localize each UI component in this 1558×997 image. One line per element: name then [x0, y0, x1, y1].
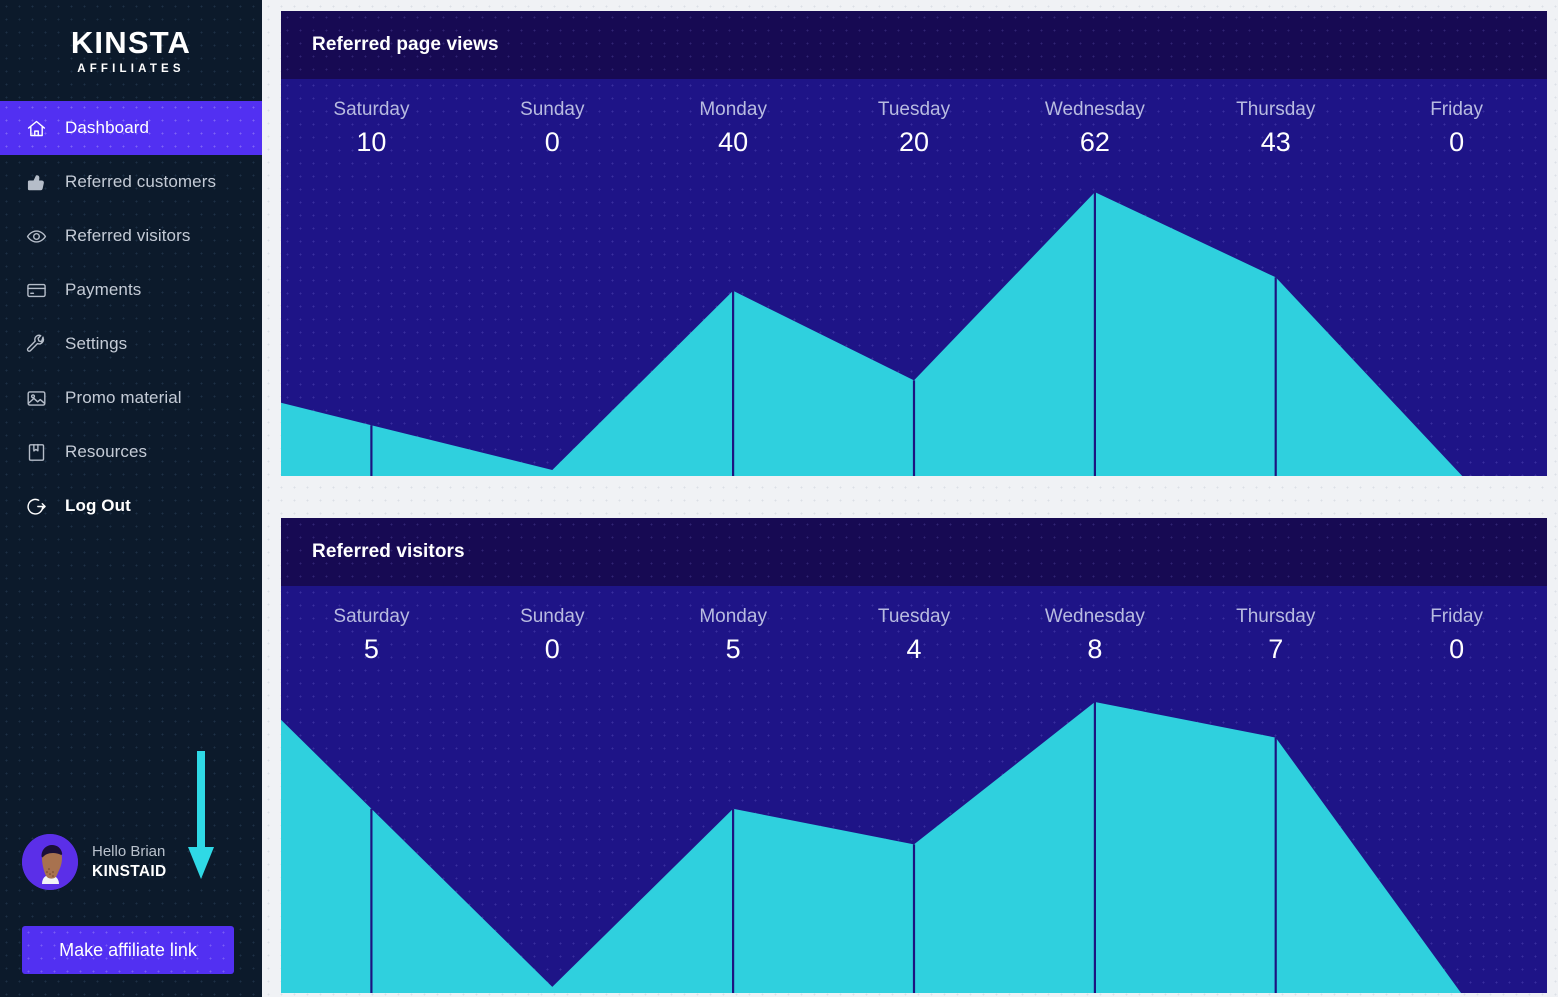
sidebar-item-promo-material[interactable]: Promo material	[0, 371, 262, 425]
page-title: Referred page views	[312, 34, 499, 56]
brand-logo[interactable]: KINSTA AFFILIATES	[0, 0, 262, 96]
brand-name: KINSTA	[71, 27, 191, 58]
page-title: Referred visitors	[312, 541, 465, 563]
panel-referred-page-views: Referred page views Saturday 10 Sunday 0…	[281, 11, 1547, 476]
credit-card-icon	[25, 279, 48, 302]
home-icon	[25, 117, 48, 140]
user-profile[interactable]: Hello Brian KINSTAID	[22, 834, 166, 890]
area-chart-visitors	[281, 586, 1547, 993]
sidebar-item-resources[interactable]: Resources	[0, 425, 262, 479]
sidebar-nav: Dashboard Referred customers Referred vi…	[0, 101, 262, 533]
sidebar-item-label: Resources	[65, 442, 147, 462]
user-affiliate-id: KINSTAID	[92, 862, 166, 881]
thumbs-up-icon	[25, 171, 48, 194]
sidebar-item-referred-visitors[interactable]: Referred visitors	[0, 209, 262, 263]
area-chart-page-views	[281, 79, 1547, 476]
sidebar-item-settings[interactable]: Settings	[0, 317, 262, 371]
sidebar-item-log-out[interactable]: Log Out	[0, 479, 262, 533]
sidebar-item-label: Referred customers	[65, 172, 216, 192]
down-arrow-annotation	[186, 751, 216, 881]
sidebar-item-referred-customers[interactable]: Referred customers	[0, 155, 262, 209]
sidebar-item-payments[interactable]: Payments	[0, 263, 262, 317]
image-icon	[25, 387, 48, 410]
chart-area: Saturday 5 Sunday 0 Monday 5 Tuesday 4	[281, 586, 1547, 993]
user-text: Hello Brian KINSTAID	[92, 843, 166, 881]
brand-tagline: AFFILIATES	[77, 64, 185, 76]
dashboard-app: KINSTA AFFILIATES Dashboard Referred cus…	[0, 0, 1558, 997]
sidebar-item-label: Payments	[65, 280, 141, 300]
user-greeting: Hello Brian	[92, 843, 166, 862]
make-affiliate-link-button[interactable]: Make affiliate link	[22, 926, 234, 974]
main-content: Referred page views Saturday 10 Sunday 0…	[262, 0, 1558, 997]
sidebar-item-label: Settings	[65, 334, 127, 354]
panel-header: Referred page views	[281, 11, 1547, 79]
eye-icon	[25, 225, 48, 248]
sidebar-item-label: Dashboard	[65, 118, 149, 138]
sidebar: KINSTA AFFILIATES Dashboard Referred cus…	[0, 0, 262, 997]
book-icon	[25, 441, 48, 464]
chart-area: Saturday 10 Sunday 0 Monday 40 Tuesday 2…	[281, 79, 1547, 476]
panel-referred-visitors: Referred visitors Saturday 5 Sunday 0 Mo…	[281, 518, 1547, 993]
logout-icon	[25, 495, 48, 518]
sidebar-item-label: Referred visitors	[65, 226, 190, 246]
avatar	[22, 834, 78, 890]
sidebar-item-label: Promo material	[65, 388, 182, 408]
sidebar-item-dashboard[interactable]: Dashboard	[0, 101, 262, 155]
panel-header: Referred visitors	[281, 518, 1547, 586]
sidebar-item-label: Log Out	[65, 496, 131, 516]
wrench-icon	[25, 333, 48, 356]
